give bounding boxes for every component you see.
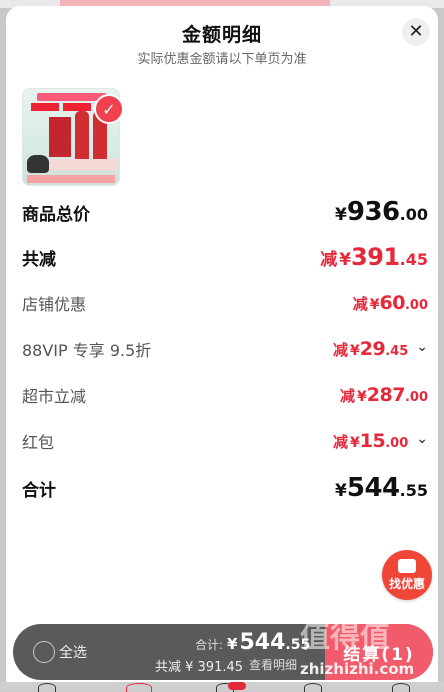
find-coupon-label: 找优惠: [388, 576, 425, 591]
bar-discount: 共减 ¥ 391.45 查看明细: [155, 656, 298, 675]
total-row: 合计 ¥544.55: [22, 473, 428, 503]
store-discount-value: 减 ¥60.00: [352, 292, 428, 314]
vip-discount-label: 88VIP 专享 9.5折: [22, 341, 152, 360]
supermarket-discount-label: 超市立减: [22, 387, 87, 406]
amount-detail-sheet: 金额明细 实际优惠金额请以下单页为准 ✕ ✓ 商品总价 ¥936.00 共减 减…: [6, 6, 438, 691]
total-discount-value: 减 ¥391.45: [320, 243, 428, 271]
total-discount-label: 共减: [22, 249, 56, 270]
redpacket-label: 红包: [22, 433, 55, 452]
subtotal-value: ¥936.00: [335, 197, 428, 227]
store-discount-label: 店铺优惠: [22, 295, 87, 314]
close-icon[interactable]: ✕: [402, 18, 430, 46]
sheet-subtitle: 实际优惠金额请以下单页为准: [137, 52, 307, 67]
total-discount-row: 共减 减 ¥391.45: [22, 242, 428, 272]
bar-total: 合计: ¥ 544 .55: [195, 630, 311, 655]
select-all-radio[interactable]: [33, 641, 55, 663]
subtotal-label: 商品总价: [22, 204, 90, 225]
sheet-title: 金额明细: [181, 24, 262, 46]
chevron-down-icon[interactable]: ⌄: [416, 339, 428, 355]
message-badge: [228, 682, 246, 690]
supermarket-discount-row: 超市立减 减 ¥287.00: [22, 380, 428, 410]
checkout-bar: 全选 合计: ¥ 544 .55 共减 ¥ 391.45 查看明细 结算(1): [13, 624, 433, 680]
vip-discount-row[interactable]: 88VIP 专享 9.5折 减 ¥29.45 ⌄: [22, 334, 428, 364]
view-details-link[interactable]: 查看明细: [249, 656, 297, 675]
chevron-down-icon[interactable]: ⌄: [416, 431, 428, 447]
bottom-tab-bar: [0, 682, 444, 692]
subtotal-row: 商品总价 ¥936.00: [22, 197, 428, 227]
select-all-label[interactable]: 全选: [59, 642, 87, 662]
total-label: 合计: [22, 480, 56, 501]
vip-discount-value: 减 ¥29.45: [333, 338, 409, 360]
redpacket-row[interactable]: 红包 减 ¥15.00 ⌄: [22, 426, 428, 456]
find-coupon-button[interactable]: 找优惠: [382, 550, 432, 600]
coupon-icon: [398, 558, 416, 573]
redpacket-value: 减 ¥15.00: [333, 430, 409, 452]
supermarket-discount-value: 减 ¥287.00: [340, 384, 428, 406]
store-discount-row: 店铺优惠 减 ¥60.00: [22, 288, 428, 318]
total-value: ¥544.55: [335, 473, 428, 503]
checkout-button[interactable]: 结算(1): [325, 624, 433, 680]
check-icon[interactable]: ✓: [94, 94, 124, 124]
